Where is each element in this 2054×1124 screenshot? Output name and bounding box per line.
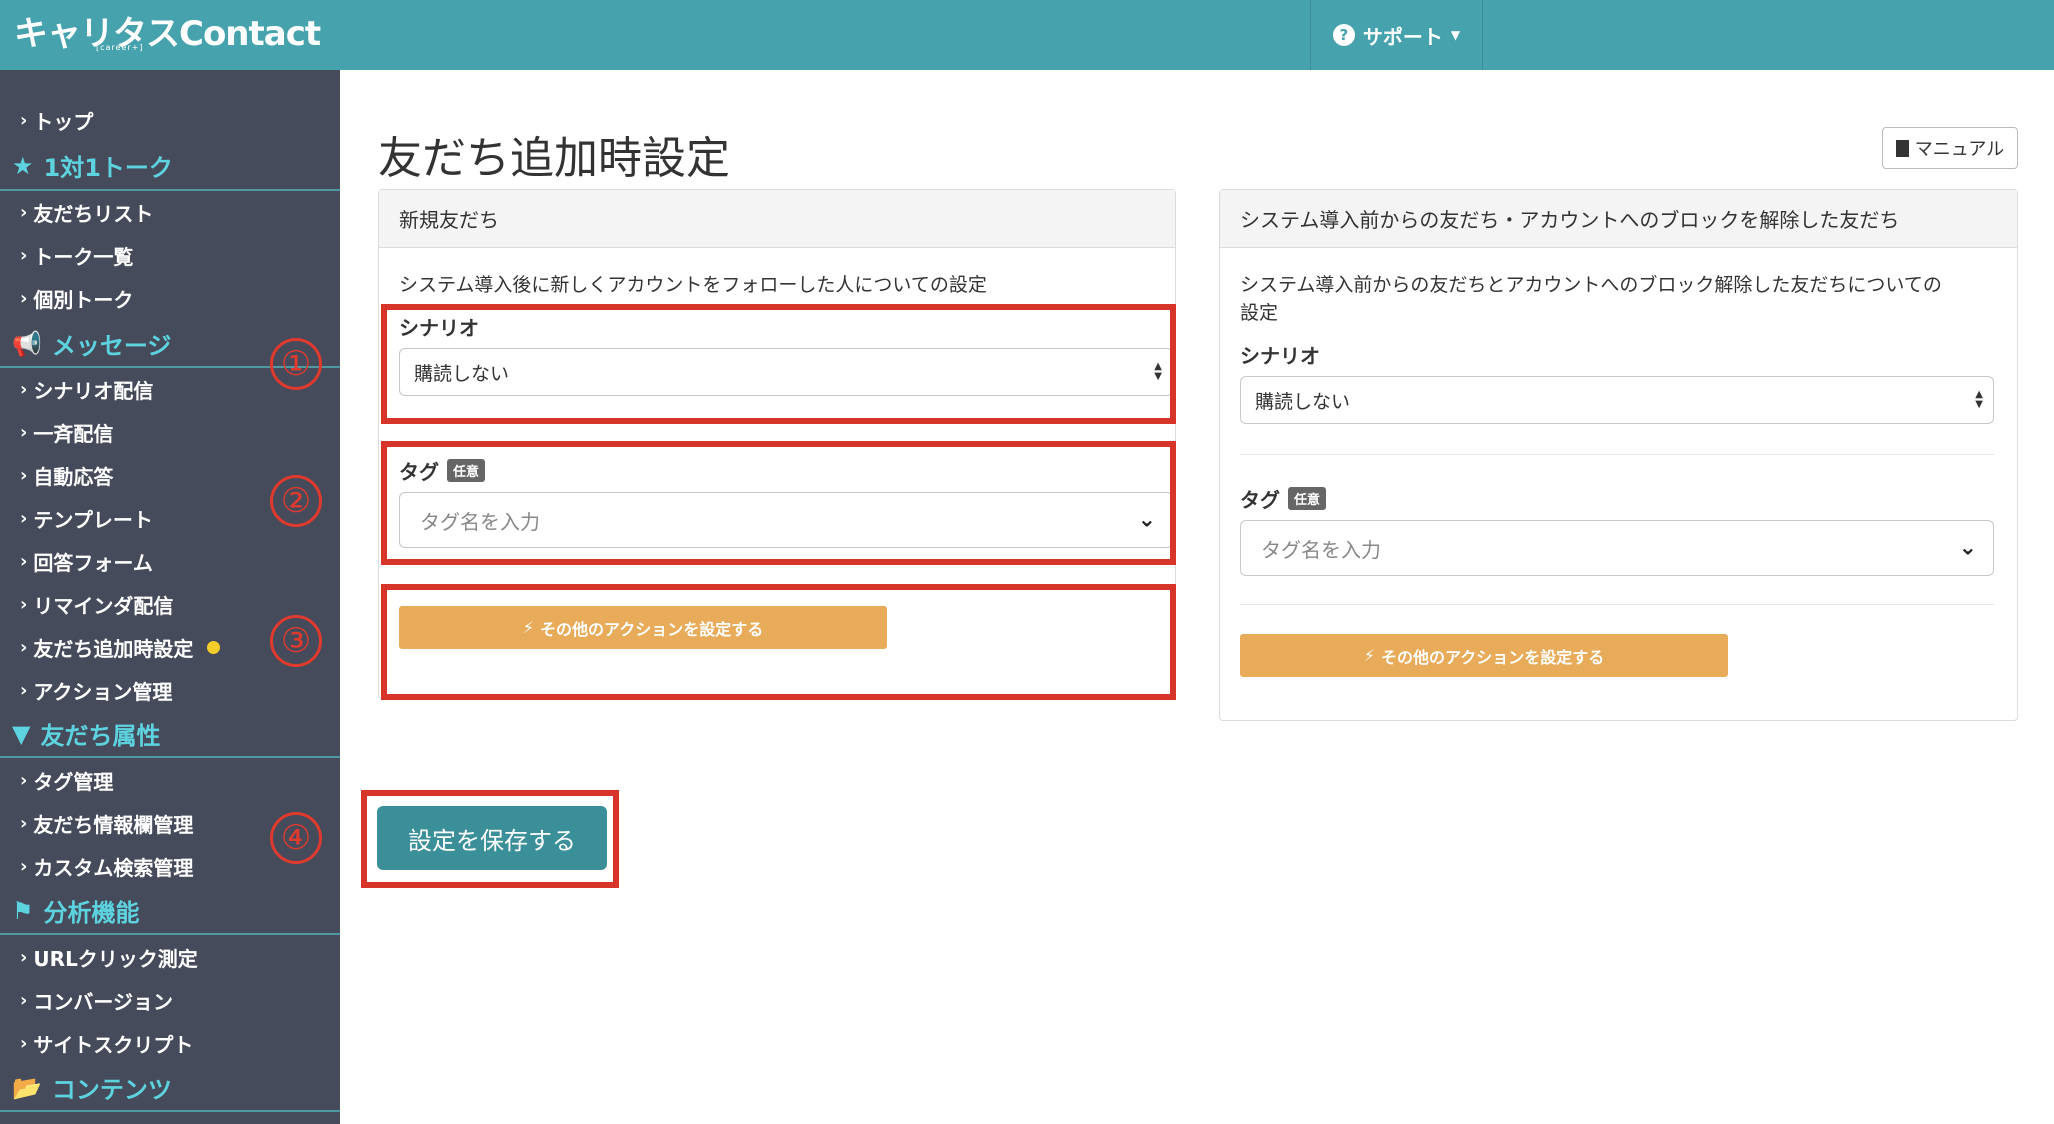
sidebar-section-message: 📢 メッセージ	[12, 329, 172, 361]
sidebar-item-action-management[interactable]: › アクション管理	[20, 676, 172, 705]
lightning-icon: ⚡	[1363, 646, 1376, 665]
chevron-right-icon: ›	[20, 770, 28, 791]
star-icon: ★	[12, 151, 34, 180]
chevron-right-icon: ›	[20, 465, 28, 486]
top-header: キャリタスContact [career+] ? サポート ▼	[0, 0, 2054, 70]
sidebar: › トップ ★ 1対1トーク › 友だちリスト › トーク一覧 › 個別トーク 📢 メッセー…	[0, 70, 340, 1124]
optional-badge: 任意	[1288, 487, 1327, 510]
annotation-marker-3: ③	[270, 615, 322, 667]
annotation-box-tag	[381, 441, 1176, 565]
sidebar-item-tag-management[interactable]: › タグ管理	[20, 766, 113, 795]
flag-icon: ⚑	[12, 896, 34, 925]
active-dot	[207, 641, 221, 654]
annotation-box-action	[381, 584, 1176, 700]
sidebar-item-scenario[interactable]: › シナリオ配信	[20, 375, 153, 404]
caret-down-icon: ▼	[1450, 28, 1461, 42]
sidebar-item-top[interactable]: › トップ	[20, 106, 93, 135]
chevron-right-icon: ›	[20, 594, 28, 615]
annotation-marker-2: ②	[270, 475, 322, 527]
sidebar-section-contents: 📂 コンテンツ	[12, 1073, 172, 1105]
sidebar-item-friend-add-settings[interactable]: › 友だち追加時設定	[20, 633, 221, 662]
chevron-right-icon: ›	[20, 813, 28, 834]
chevron-right-icon: ›	[20, 379, 28, 400]
panel-header: 新規友だち	[379, 190, 1175, 248]
sidebar-item-answer-form[interactable]: › 回答フォーム	[20, 547, 153, 576]
sidebar-section-talk: ★ 1対1トーク	[12, 151, 173, 183]
sidebar-item-friend-list[interactable]: › 友だちリスト	[20, 198, 153, 227]
sidebar-item-template[interactable]: › テンプレート	[20, 504, 153, 533]
divider	[1240, 604, 1994, 605]
chevron-right-icon: ›	[20, 202, 28, 223]
chevron-down-icon: ⌄	[1958, 535, 1977, 561]
support-label: サポート	[1362, 24, 1443, 49]
sidebar-divider	[0, 933, 340, 935]
support-menu[interactable]: ? サポート ▼	[1310, 0, 1483, 70]
sidebar-divider	[0, 1110, 340, 1112]
chevron-right-icon: ›	[20, 110, 28, 131]
chevron-right-icon: ›	[20, 288, 28, 309]
panel-description: システム導入後に新しくアカウントをフォローした人についての設定	[399, 274, 987, 296]
sidebar-item-reminder[interactable]: › リマインダ配信	[20, 590, 173, 619]
other-actions-button[interactable]: ⚡ その他のアクションを設定する	[1240, 634, 1728, 677]
sidebar-divider	[0, 756, 340, 758]
annotation-marker-4: ④	[270, 812, 322, 864]
annotation-marker-1: ①	[270, 338, 322, 390]
tag-input[interactable]: タグ名を入力 ⌄	[1240, 520, 1994, 576]
chevron-right-icon: ›	[20, 508, 28, 529]
chevron-right-icon: ›	[20, 680, 28, 701]
chevron-right-icon: ›	[20, 551, 28, 572]
filter-icon: ▼	[12, 719, 31, 748]
book-icon	[1895, 139, 1909, 157]
sidebar-item-friend-info[interactable]: › 友だち情報欄管理	[20, 809, 193, 838]
sidebar-item-auto-reply[interactable]: › 自動応答	[20, 461, 113, 490]
sidebar-section-analytics: ⚑ 分析機能	[12, 896, 140, 928]
panel-header: システム導入前からの友だち・アカウントへのブロックを解除した友だち	[1220, 190, 2017, 248]
app-logo[interactable]: キャリタスContact	[14, 6, 321, 55]
sidebar-item-url-click[interactable]: › URLクリック測定	[20, 943, 198, 972]
panel-description-line2: 設定	[1240, 302, 1279, 324]
existing-friend-panel: システム導入前からの友だち・アカウントへのブロックを解除した友だち システム導入…	[1219, 189, 2018, 721]
chevron-right-icon: ›	[20, 1033, 28, 1054]
chevron-right-icon: ›	[20, 990, 28, 1011]
scenario-label: シナリオ	[1240, 344, 1320, 368]
sidebar-item-broadcast[interactable]: › 一斉配信	[20, 418, 113, 447]
sidebar-section-attributes: ▼ 友だち属性	[12, 719, 161, 751]
megaphone-icon: 📢	[12, 329, 42, 358]
page-title: 友だち追加時設定	[378, 133, 730, 184]
save-settings-button[interactable]: 設定を保存する	[377, 806, 607, 870]
sidebar-item-talk-list[interactable]: › トーク一覧	[20, 241, 133, 270]
chevron-right-icon: ›	[20, 637, 28, 658]
app-logo-sub: [career+]	[96, 43, 144, 52]
sidebar-item-conversion[interactable]: › コンバージョン	[20, 986, 173, 1015]
annotation-box-scenario	[381, 304, 1176, 424]
sidebar-item-custom-search[interactable]: › カスタム検索管理	[20, 852, 193, 881]
updown-arrow-icon: ▲ ▼	[1975, 389, 1983, 410]
chevron-right-icon: ›	[20, 245, 28, 266]
tag-label: タグ 任意	[1240, 484, 1327, 513]
manual-button[interactable]: マニュアル	[1882, 127, 2018, 169]
sidebar-divider	[0, 189, 340, 191]
sidebar-item-individual-talk[interactable]: › 個別トーク	[20, 284, 133, 313]
question-icon: ?	[1332, 24, 1355, 46]
sidebar-item-site-script[interactable]: › サイトスクリプト	[20, 1029, 193, 1058]
panel-description-line1: システム導入前からの友だちとアカウントへのブロック解除した友だちについての	[1240, 274, 1942, 296]
folder-icon: 📂	[12, 1073, 42, 1102]
chevron-right-icon: ›	[20, 947, 28, 968]
chevron-right-icon: ›	[20, 422, 28, 443]
divider	[1240, 454, 1994, 455]
scenario-select[interactable]: 購読しない ▲ ▼	[1240, 376, 1994, 424]
chevron-right-icon: ›	[20, 856, 28, 877]
